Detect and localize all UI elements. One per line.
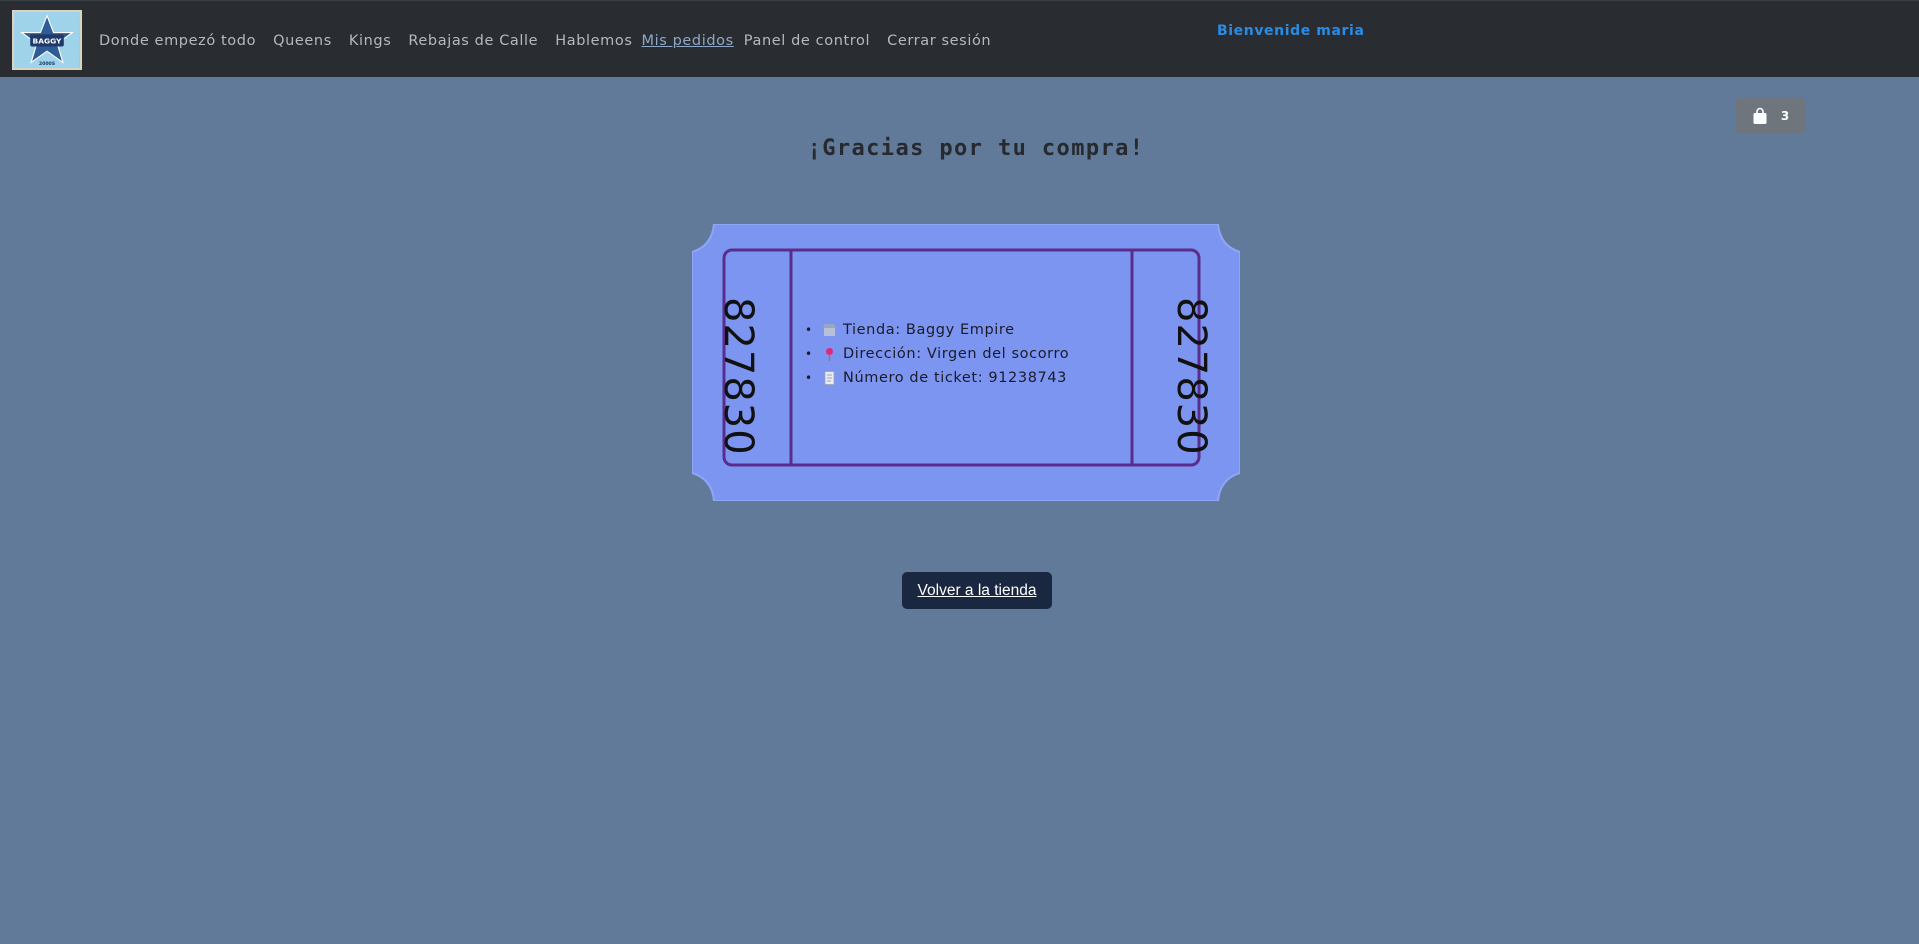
nav-link-rebajas-de-calle[interactable]: Rebajas de Calle (408, 33, 538, 49)
ticket-info-list: • Tienda: Baggy Empire • Dirección: Virg… (805, 318, 1145, 390)
nav-link-donde-empezo-todo[interactable]: Donde empezó todo (99, 33, 256, 49)
nav-link-mis-pedidos[interactable]: Mis pedidos (642, 33, 734, 49)
nav-link-cerrar-sesion[interactable]: Cerrar sesión (887, 33, 991, 49)
bullet-icon: • (805, 371, 813, 385)
list-item: • Tienda: Baggy Empire (805, 318, 1145, 342)
cart-button[interactable]: 3 (1736, 97, 1805, 134)
ticket-stub-number-left: 827830 (715, 297, 761, 456)
svg-text:2000S: 2000S (39, 61, 56, 67)
svg-text:BAGGY: BAGGY (33, 37, 63, 46)
shopping-bag-icon (1753, 107, 1767, 124)
cart-count: 3 (1780, 108, 1790, 123)
page-title: ¡Gracias por tu compra! (807, 136, 1145, 161)
ticket-store: Tienda: Baggy Empire (843, 322, 1015, 338)
back-to-store-button[interactable]: Volver a la tienda (902, 572, 1052, 609)
nav-link-kings[interactable]: Kings (349, 33, 392, 49)
store-icon (823, 323, 843, 337)
bullet-icon: • (805, 323, 813, 337)
list-item: • Dirección: Virgen del socorro (805, 342, 1145, 366)
ticket-number: Número de ticket: 91238743 (843, 370, 1068, 386)
nav-link-queens[interactable]: Queens (273, 33, 332, 49)
welcome-message: Bienvenide maria (1217, 23, 1365, 39)
nav-links: Donde empezó todo Queens Kings Rebajas d… (99, 31, 1008, 51)
star-logo-icon: BAGGY 2000S (14, 12, 80, 68)
nav-link-panel-de-control[interactable]: Panel de control (744, 33, 870, 49)
receipt-icon (823, 371, 843, 385)
navbar: BAGGY 2000S Donde empezó todo Queens Kin… (0, 0, 1919, 77)
ticket-address: Dirección: Virgen del socorro (843, 346, 1070, 362)
nav-link-hablemos[interactable]: Hablemos (555, 33, 632, 49)
brand-logo[interactable]: BAGGY 2000S (12, 10, 82, 70)
ticket-card: 827830 827830 • Tienda: Baggy Empire • D… (692, 224, 1240, 501)
pin-icon (823, 347, 843, 361)
list-item: • Número de ticket: 91238743 (805, 366, 1145, 390)
ticket-stub-number-right: 827830 (1168, 297, 1214, 456)
bullet-icon: • (805, 347, 813, 361)
